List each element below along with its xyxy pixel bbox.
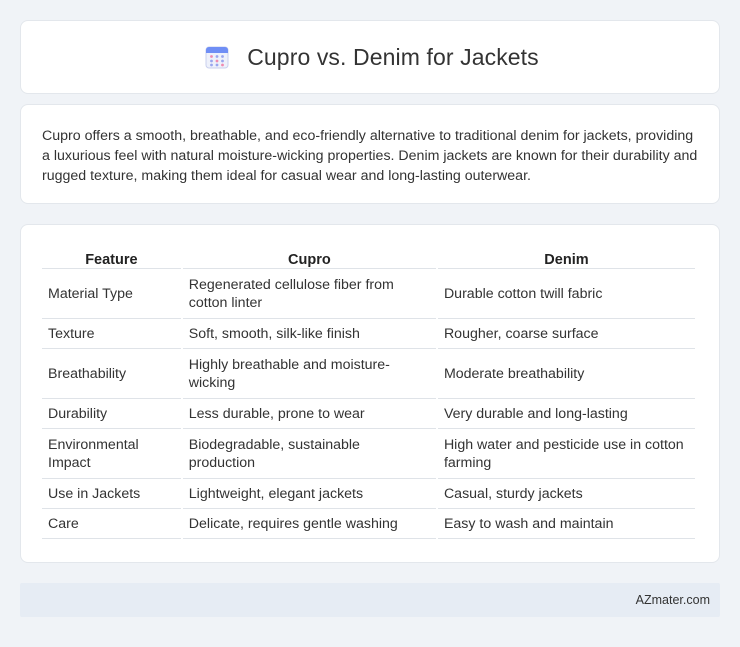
cupro-cell: Highly breathable and moisture-wicking bbox=[182, 349, 436, 399]
calendar-icon bbox=[201, 41, 233, 73]
table-row: Care Delicate, requires gentle washing E… bbox=[42, 509, 695, 539]
cupro-cell: Delicate, requires gentle washing bbox=[182, 509, 436, 539]
cupro-cell: Less durable, prone to wear bbox=[182, 399, 436, 429]
denim-cell: Rougher, coarse surface bbox=[437, 319, 695, 349]
denim-cell: Casual, sturdy jackets bbox=[437, 479, 695, 509]
table-row: Use in Jackets Lightweight, elegant jack… bbox=[42, 479, 695, 509]
comparison-table-card: Feature Cupro Denim Material Type Regene… bbox=[20, 224, 720, 563]
denim-cell: Easy to wash and maintain bbox=[437, 509, 695, 539]
cupro-cell: Regenerated cellulose fiber from cotton … bbox=[182, 269, 436, 319]
denim-cell: Durable cotton twill fabric bbox=[437, 269, 695, 319]
feature-cell: Texture bbox=[42, 319, 181, 349]
table-header-row: Feature Cupro Denim bbox=[42, 247, 695, 269]
page-title: Cupro vs. Denim for Jackets bbox=[247, 43, 539, 70]
header-denim: Denim bbox=[437, 247, 695, 269]
footer: AZmater.com bbox=[20, 583, 720, 617]
table-row: Breathability Highly breathable and mois… bbox=[42, 349, 695, 399]
cupro-cell: Lightweight, elegant jackets bbox=[182, 479, 436, 509]
feature-cell: Durability bbox=[42, 399, 181, 429]
feature-cell: Environmental Impact bbox=[42, 429, 181, 479]
title-card: Cupro vs. Denim for Jackets bbox=[20, 20, 720, 94]
header-cupro: Cupro bbox=[182, 247, 436, 269]
table-row: Durability Less durable, prone to wear V… bbox=[42, 399, 695, 429]
feature-cell: Material Type bbox=[42, 269, 181, 319]
cupro-cell: Biodegradable, sustainable production bbox=[182, 429, 436, 479]
cupro-cell: Soft, smooth, silk-like finish bbox=[182, 319, 436, 349]
table-row: Environmental Impact Biodegradable, sust… bbox=[42, 429, 695, 479]
feature-cell: Breathability bbox=[42, 349, 181, 399]
feature-cell: Use in Jackets bbox=[42, 479, 181, 509]
intro-text: Cupro offers a smooth, breathable, and e… bbox=[42, 128, 698, 184]
table-row: Material Type Regenerated cellulose fibe… bbox=[42, 269, 695, 319]
header-feature: Feature bbox=[42, 247, 181, 269]
denim-cell: Moderate breathability bbox=[437, 349, 695, 399]
denim-cell: High water and pesticide use in cotton f… bbox=[437, 429, 695, 479]
denim-cell: Very durable and long-lasting bbox=[437, 399, 695, 429]
intro-card: Cupro offers a smooth, breathable, and e… bbox=[20, 104, 720, 204]
title-wrap: Cupro vs. Denim for Jackets bbox=[201, 41, 539, 73]
comparison-table: Feature Cupro Denim Material Type Regene… bbox=[40, 247, 697, 539]
feature-cell: Care bbox=[42, 509, 181, 539]
footer-site-name: AZmater.com bbox=[635, 593, 710, 607]
table-row: Texture Soft, smooth, silk-like finish R… bbox=[42, 319, 695, 349]
